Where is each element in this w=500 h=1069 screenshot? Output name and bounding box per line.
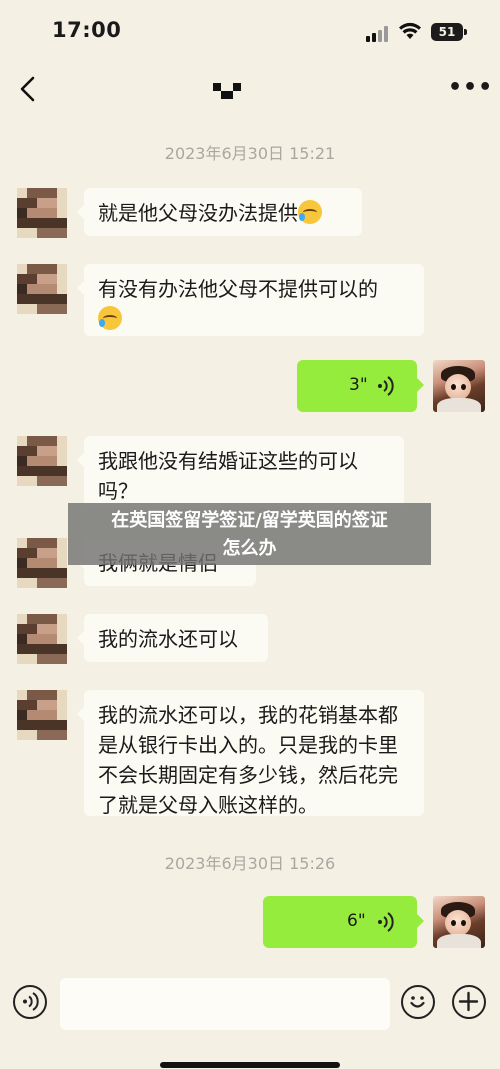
- contact-avatar[interactable]: [17, 614, 67, 664]
- contact-avatar[interactable]: [17, 188, 67, 238]
- voice-duration: 3": [349, 375, 368, 395]
- battery-icon: 51: [431, 23, 463, 41]
- home-indicator: [160, 1062, 340, 1068]
- message-bubble-incoming[interactable]: 就是他父母没办法提供: [77, 188, 362, 236]
- self-avatar[interactable]: [433, 896, 485, 948]
- overlay-title-line1: 在英国签留学签证/留学英国的签证: [111, 510, 388, 531]
- battery-cap: [464, 29, 467, 35]
- message-text: 我的流水还可以，我的花销基本都是从银行卡出入的。只是我的卡里不会长期固定有多少钱…: [98, 703, 398, 817]
- message-text: 就是他父母没办法提供: [98, 201, 298, 225]
- voice-duration: 6": [347, 911, 366, 931]
- overlay-title-line2: 怎么办: [222, 538, 277, 559]
- wifi-icon: [399, 22, 421, 39]
- contact-avatar[interactable]: [17, 538, 67, 588]
- timestamp: 2023年6月30日 15:21: [164, 144, 336, 163]
- more-options-button[interactable]: •••: [448, 76, 492, 100]
- message-text: 我跟他没有结婚证这些的可以吗？: [98, 449, 358, 503]
- voice-wave-icon: [378, 912, 394, 932]
- voice-input-toggle-button[interactable]: [13, 985, 47, 1019]
- contact-avatar[interactable]: [17, 436, 67, 486]
- voice-wave-icon: [23, 992, 39, 1011]
- crying-laughing-emoji-icon: [98, 306, 122, 330]
- voice-message-outgoing[interactable]: 3": [297, 360, 424, 412]
- more-functions-button[interactable]: [452, 985, 486, 1019]
- title-overlay-banner: 在英国签留学签证/留学英国的签证 怎么办: [68, 503, 431, 565]
- crying-laughing-emoji-icon: [298, 200, 322, 224]
- status-bar: 17:00 51: [0, 0, 500, 62]
- message-bubble-incoming[interactable]: 我的流水还可以: [77, 614, 268, 662]
- message-bubble-incoming[interactable]: 我的流水还可以，我的花销基本都是从银行卡出入的。只是我的卡里不会长期固定有多少钱…: [77, 690, 424, 817]
- cellular-signal-icon: [366, 26, 390, 42]
- contact-avatar[interactable]: [17, 690, 67, 740]
- message-bubble-incoming[interactable]: 有没有办法他父母不提供可以的: [77, 264, 424, 336]
- voice-message-outgoing[interactable]: 6": [263, 896, 424, 948]
- status-time: 17:00: [52, 18, 122, 42]
- timestamp: 2023年6月30日 15:26: [164, 854, 336, 873]
- message-text: 有没有办法他父母不提供可以的: [98, 277, 378, 301]
- plus-icon: [458, 991, 479, 1012]
- self-avatar[interactable]: [433, 360, 485, 412]
- chat-header: •••: [0, 62, 500, 118]
- message-text: 我的流水还可以: [98, 627, 238, 651]
- voice-wave-icon: [378, 376, 394, 396]
- contact-avatar[interactable]: [17, 264, 67, 314]
- message-input[interactable]: [60, 978, 390, 1030]
- chevron-left-icon[interactable]: [14, 74, 44, 104]
- input-bar: [0, 975, 500, 1069]
- smiley-icon: [410, 996, 425, 1008]
- message-bubble-incoming[interactable]: 我跟他没有结婚证这些的可以吗？: [77, 436, 404, 508]
- emoji-button[interactable]: [401, 985, 435, 1019]
- contact-name-mosaic: [213, 83, 241, 99]
